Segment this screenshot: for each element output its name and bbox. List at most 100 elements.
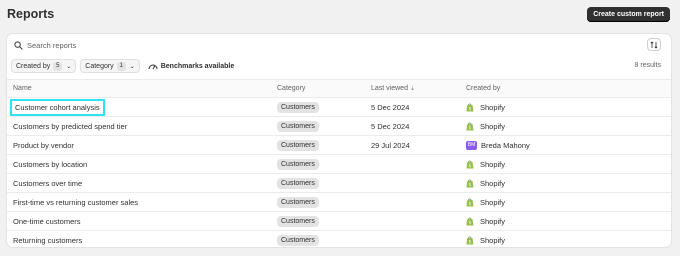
report-name-link[interactable]: Customers by location bbox=[13, 160, 87, 169]
category-badge: Customers bbox=[277, 215, 319, 227]
creator: Shopify bbox=[466, 198, 671, 207]
creator-name: Shopify bbox=[480, 178, 506, 188]
cell-name: One-time customers bbox=[7, 211, 277, 231]
creator-name: Shopify bbox=[480, 197, 506, 207]
table-row[interactable]: Product by vendor Customers 29 Jul 2024 … bbox=[7, 135, 671, 155]
reports-table: Name Category Last viewed ⇣ Created by Cu… bbox=[7, 79, 671, 247]
table-row[interactable]: Customer cohort analysis Customers 5 Dec… bbox=[7, 97, 671, 117]
benchmark-gauge-icon bbox=[148, 64, 158, 70]
table-row[interactable]: Customers by predicted spend tier Custom… bbox=[7, 116, 671, 136]
report-name-link[interactable]: Customers over time bbox=[13, 179, 82, 188]
table-row[interactable]: Returning customers Customers Shopify bbox=[7, 231, 671, 248]
category-badge: Customers bbox=[277, 196, 319, 208]
report-name-link[interactable]: One-time customers bbox=[13, 217, 81, 226]
column-header-category[interactable]: Category bbox=[277, 79, 371, 98]
search-icon bbox=[14, 40, 23, 50]
shopify-bag-icon bbox=[466, 160, 474, 168]
sort-button[interactable] bbox=[647, 38, 661, 51]
column-header-created-by[interactable]: Created by bbox=[466, 79, 671, 98]
report-name-link[interactable]: Product by vendor bbox=[13, 141, 74, 150]
cell-last-viewed bbox=[371, 231, 466, 248]
reports-card: Created by 5 ⌄ Category 1 ⌄ Benchmarks a… bbox=[7, 34, 671, 247]
shopify-bag-icon bbox=[466, 236, 474, 245]
sort-down-icon: ⇣ bbox=[409, 86, 415, 92]
cell-category: Customers bbox=[277, 211, 371, 231]
cell-created-by: Shopify bbox=[466, 211, 671, 231]
creator: BM Breda Mahony bbox=[466, 140, 671, 150]
cell-category: Customers bbox=[277, 192, 371, 212]
cell-category: Customers bbox=[277, 173, 371, 193]
creator-name: Shopify bbox=[480, 216, 506, 226]
category-badge: Customers bbox=[277, 120, 319, 132]
creator: Shopify bbox=[466, 236, 671, 245]
avatar: BM bbox=[466, 140, 477, 150]
cell-last-viewed: 5 Dec 2024 bbox=[371, 97, 466, 117]
cell-created-by: Shopify bbox=[466, 154, 671, 174]
category-badge: Customers bbox=[277, 234, 319, 246]
cell-created-by: Shopify bbox=[466, 173, 671, 193]
cell-last-viewed: 29 Jul 2024 bbox=[371, 135, 466, 155]
benchmarks-label: Benchmarks available bbox=[160, 62, 235, 70]
table-row[interactable]: Customers over time Customers Shopify bbox=[7, 173, 671, 193]
chevron-down-icon: ⌄ bbox=[66, 63, 72, 70]
cell-created-by: Shopify bbox=[466, 116, 671, 136]
cell-category: Customers bbox=[277, 231, 371, 248]
filter-label: Created by bbox=[16, 62, 51, 70]
benchmarks-toggle[interactable]: Benchmarks available bbox=[148, 62, 235, 70]
table-row[interactable]: One-time customers Customers Shopify bbox=[7, 211, 671, 231]
column-header-last-viewed[interactable]: Last viewed ⇣ bbox=[371, 79, 466, 98]
table-row[interactable]: Customers by location Customers Shopify bbox=[7, 154, 671, 174]
cell-last-viewed bbox=[371, 192, 466, 212]
filter-bar: Created by 5 ⌄ Category 1 ⌄ Benchmarks a… bbox=[11, 59, 671, 73]
search-bar bbox=[7, 34, 671, 56]
creator-name: Shopify bbox=[480, 235, 506, 245]
filter-category[interactable]: Category 1 ⌄ bbox=[80, 59, 140, 73]
cell-last-viewed: 5 Dec 2024 bbox=[371, 116, 466, 136]
search-input[interactable] bbox=[27, 40, 427, 50]
creator-name: Shopify bbox=[480, 159, 506, 169]
shopify-bag-icon bbox=[466, 179, 474, 187]
shopify-bag-icon bbox=[466, 198, 474, 206]
filter-count: 1 bbox=[116, 61, 126, 71]
category-badge: Customers bbox=[277, 177, 319, 189]
table-header-row: Name Category Last viewed ⇣ Created by bbox=[7, 79, 671, 98]
creator: Shopify bbox=[466, 179, 671, 188]
cell-last-viewed bbox=[371, 173, 466, 193]
create-custom-report-button[interactable]: Create custom report bbox=[587, 7, 670, 22]
column-header-name[interactable]: Name bbox=[7, 79, 277, 98]
filter-label: Category bbox=[85, 62, 114, 70]
shopify-bag-icon bbox=[466, 103, 474, 111]
cell-category: Customers bbox=[277, 116, 371, 136]
cell-name: Product by vendor bbox=[7, 135, 277, 155]
chevron-down-icon: ⌄ bbox=[129, 63, 135, 70]
cell-name: Customers by location bbox=[7, 154, 277, 174]
report-name-link[interactable]: Returning customers bbox=[13, 236, 82, 245]
cell-name: Customer cohort analysis bbox=[7, 97, 277, 117]
cell-category: Customers bbox=[277, 154, 371, 174]
creator: Shopify bbox=[466, 217, 671, 226]
filter-count: 5 bbox=[53, 61, 63, 71]
results-count: 8 results bbox=[634, 62, 661, 69]
cell-name: First-time vs returning customer sales bbox=[7, 192, 277, 212]
filter-created-by[interactable]: Created by 5 ⌄ bbox=[11, 59, 77, 73]
cell-category: Customers bbox=[277, 135, 371, 155]
creator: Shopify bbox=[466, 103, 671, 112]
report-name-link[interactable]: First-time vs returning customer sales bbox=[13, 198, 138, 207]
page-title: Reports bbox=[7, 7, 55, 21]
creator-name: Shopify bbox=[480, 102, 506, 112]
cell-created-by: Shopify bbox=[466, 97, 671, 117]
cell-created-by: Shopify bbox=[466, 192, 671, 212]
report-name-link[interactable]: Customer cohort analysis bbox=[10, 98, 105, 116]
creator: Shopify bbox=[466, 160, 671, 169]
table-row[interactable]: First-time vs returning customer sales C… bbox=[7, 192, 671, 212]
category-badge: Customers bbox=[277, 101, 319, 113]
category-badge: Customers bbox=[277, 158, 319, 170]
creator: Shopify bbox=[466, 122, 671, 131]
column-label: Last viewed bbox=[371, 85, 408, 92]
cell-name: Customers over time bbox=[7, 173, 277, 193]
creator-name: Breda Mahony bbox=[481, 140, 530, 150]
cell-created-by: BM Breda Mahony bbox=[466, 135, 671, 155]
cell-name: Customers by predicted spend tier bbox=[7, 116, 277, 136]
cell-created-by: Shopify bbox=[466, 231, 671, 248]
report-name-link[interactable]: Customers by predicted spend tier bbox=[13, 122, 127, 131]
